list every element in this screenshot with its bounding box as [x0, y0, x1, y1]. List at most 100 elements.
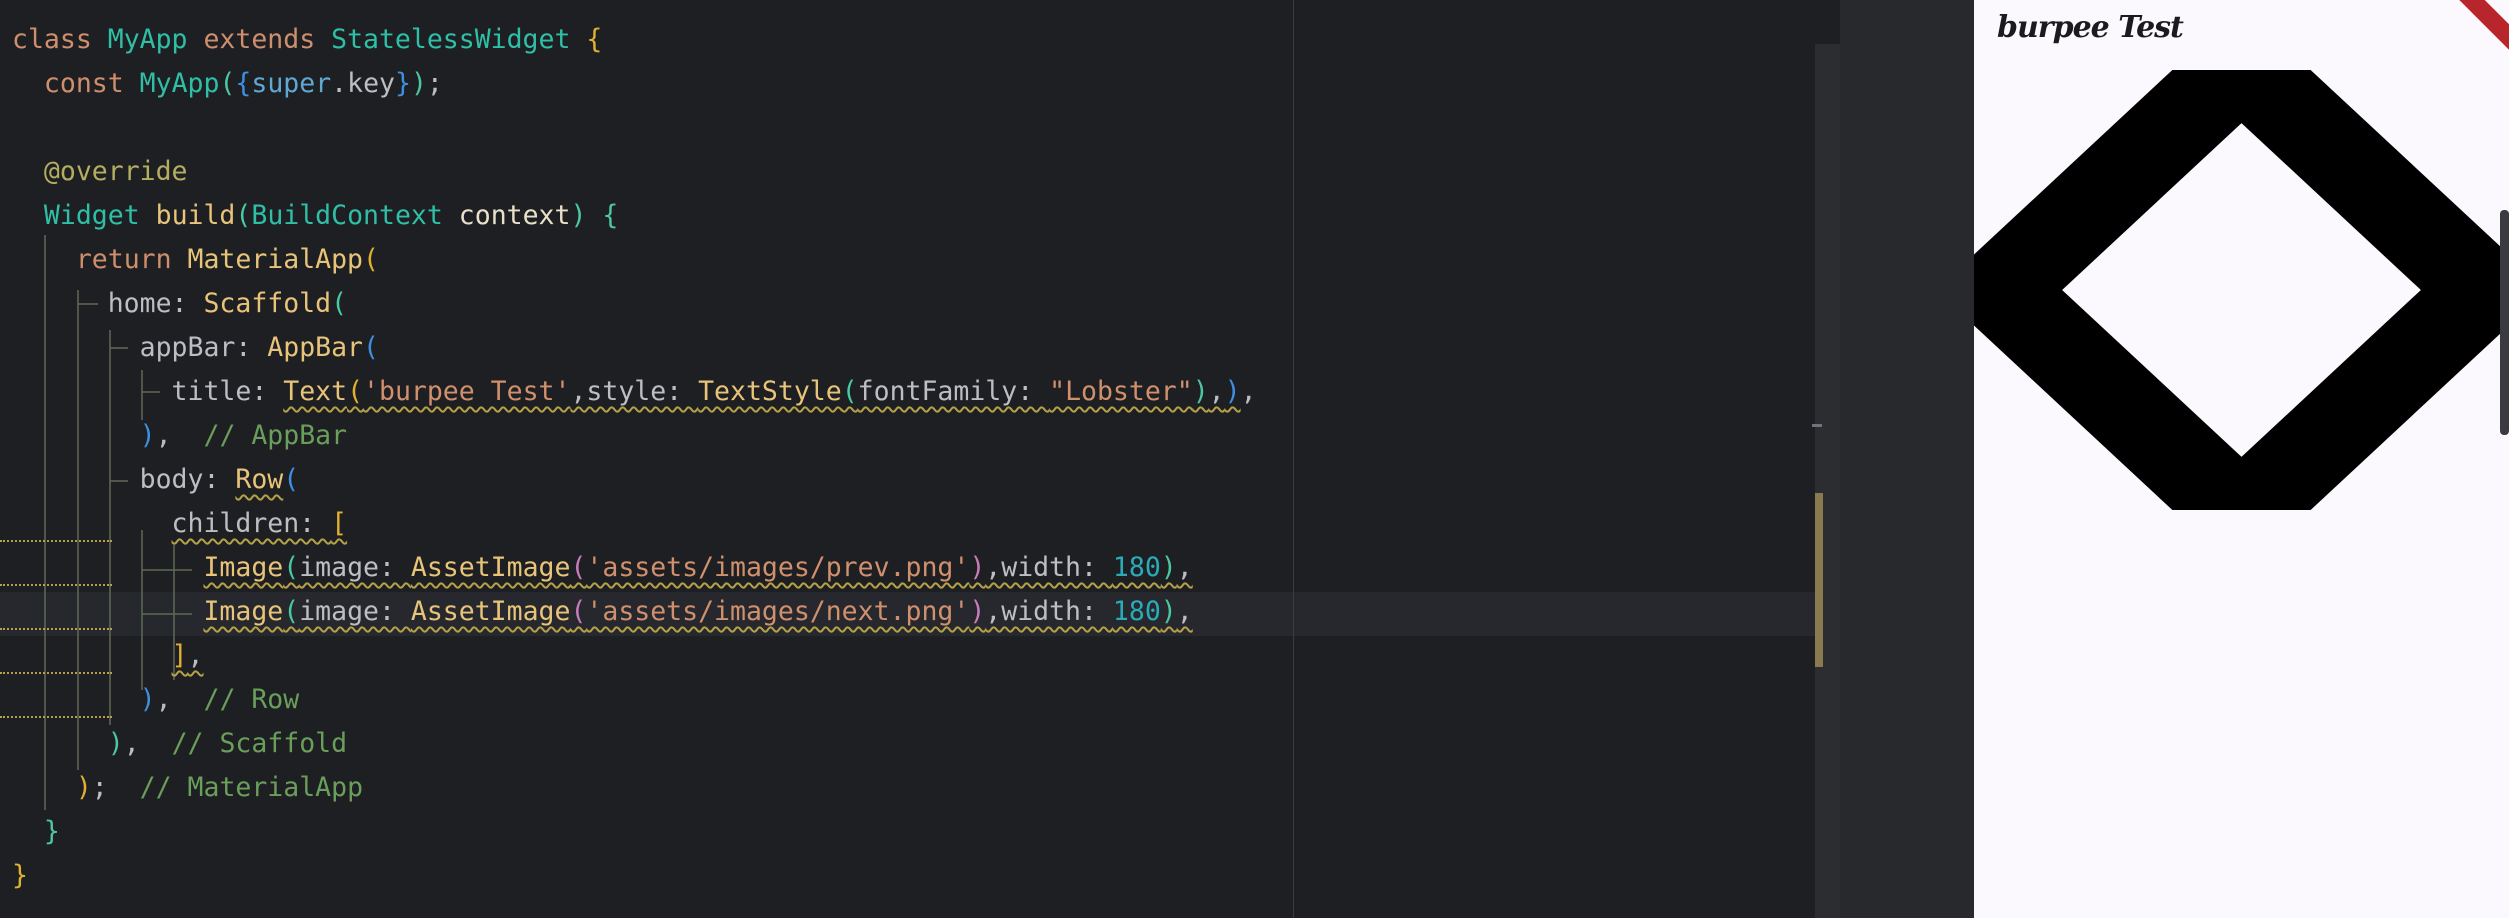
code-token: { — [235, 68, 252, 99]
code-token: , — [1208, 376, 1225, 407]
code-token: ( — [841, 376, 858, 407]
code-token: ,width: — [985, 552, 1113, 583]
code-token: ) — [1160, 552, 1177, 583]
code-line[interactable]: children: [ — [0, 502, 1257, 546]
code-token: TextStyle — [698, 376, 842, 407]
code-line[interactable]: home: Scaffold( — [12, 282, 1257, 326]
code-token: image: — [299, 552, 411, 583]
code-token: ) — [1160, 596, 1177, 627]
code-token: , — [1176, 552, 1193, 583]
code-token: ) — [1224, 376, 1241, 407]
code-token: , — [1240, 376, 1257, 407]
code-token: // Scaffold — [171, 728, 348, 759]
code-line[interactable]: @override — [12, 150, 1257, 194]
warning-underline — [0, 710, 112, 718]
code-token: Image — [203, 596, 284, 627]
chevron-right-icon — [2239, 70, 2509, 510]
debug-banner — [2436, 0, 2509, 62]
code-token: , — [155, 420, 204, 451]
code-token: MyApp — [107, 24, 204, 55]
code-line[interactable]: appBar: AppBar( — [12, 326, 1257, 370]
code-token: super — [251, 68, 332, 99]
code-line[interactable]: ], — [0, 634, 1257, 678]
code-line[interactable] — [12, 106, 1257, 150]
code-token: "Lobster" — [1049, 376, 1193, 407]
code-token: ( — [283, 596, 300, 627]
code-lines[interactable]: class MyApp extends StatelessWidget { co… — [0, 18, 1257, 898]
code-line[interactable]: ), // AppBar — [12, 414, 1257, 458]
code-token: AppBar — [267, 332, 364, 363]
code-token: AssetImage — [410, 596, 571, 627]
code-token: ( — [570, 596, 587, 627]
code-line[interactable]: return MaterialApp( — [12, 238, 1257, 282]
emulator-scroll-handle[interactable] — [2500, 210, 2509, 435]
code-line[interactable]: ), // Scaffold — [12, 722, 1257, 766]
code-line[interactable]: ), // Row — [0, 678, 1257, 722]
code-token: extends — [203, 24, 332, 55]
code-token: children: — [171, 508, 332, 539]
code-token: 180 — [1112, 596, 1161, 627]
code-token: ) — [410, 68, 427, 99]
code-token: } — [43, 816, 60, 847]
code-token: home: — [12, 288, 204, 319]
code-token: 'assets/images/prev.png' — [586, 552, 970, 583]
code-line[interactable]: const MyApp({super.key}); — [12, 62, 1257, 106]
code-token: } — [394, 68, 411, 99]
code-token: title: — [12, 376, 284, 407]
code-token: Image — [203, 552, 284, 583]
code-token: class — [12, 24, 108, 55]
code-token: ( — [235, 200, 252, 231]
code-line[interactable]: class MyApp extends StatelessWidget { — [12, 18, 1257, 62]
code-token: ; — [91, 772, 140, 803]
app-bar-title: burpee Test — [1997, 10, 2184, 45]
code-token: @override — [43, 156, 188, 187]
code-token: ; — [426, 68, 443, 99]
code-token: const — [43, 68, 140, 99]
code-token: ( — [363, 332, 379, 363]
code-token: ( — [570, 552, 587, 583]
code-token: ) — [75, 772, 92, 803]
panel-splitter[interactable] — [1840, 0, 1974, 918]
warning-underline — [0, 666, 112, 674]
code-line[interactable]: Image(image: AssetImage('assets/images/n… — [0, 590, 1257, 634]
code-token: ) — [139, 420, 156, 451]
emulator-screen[interactable]: burpee Test — [1974, 0, 2509, 918]
code-line[interactable]: ); // MaterialApp — [12, 766, 1257, 810]
code-token: } — [12, 860, 28, 891]
code-token: ) — [1192, 376, 1209, 407]
code-token: ,style: — [570, 376, 699, 407]
code-line[interactable]: body: Row( — [12, 458, 1257, 502]
code-token: ) — [107, 728, 124, 759]
warning-underline — [0, 622, 112, 630]
code-token: ) — [969, 596, 986, 627]
code-token: { — [586, 24, 603, 55]
code-token: , — [155, 684, 204, 715]
code-token: Text — [283, 376, 348, 407]
code-line[interactable]: } — [12, 810, 1257, 854]
code-line[interactable]: Image(image: AssetImage('assets/images/p… — [0, 546, 1257, 590]
code-token: ( — [347, 376, 364, 407]
code-token: .key — [331, 68, 395, 99]
code-line[interactable]: } — [12, 854, 1257, 898]
warning-stripe-marker[interactable] — [1815, 493, 1823, 667]
code-token: // AppBar — [203, 420, 348, 451]
caret-position-marker — [1812, 424, 1822, 427]
code-token: build — [155, 200, 236, 231]
code-token: image: — [299, 596, 411, 627]
editor-scrollbar-track[interactable] — [1815, 44, 1840, 918]
code-token: ,width: — [985, 596, 1113, 627]
code-token: ( — [283, 552, 300, 583]
code-line[interactable]: title: Text('burpee Test',style: TextSty… — [12, 370, 1257, 414]
code-line[interactable]: Widget build(BuildContext context) { — [12, 194, 1257, 238]
code-token: ) — [969, 552, 986, 583]
code-token: [ — [331, 508, 348, 539]
code-editor[interactable]: class MyApp extends StatelessWidget { co… — [0, 0, 1840, 918]
code-token: 'burpee Test' — [363, 376, 571, 407]
